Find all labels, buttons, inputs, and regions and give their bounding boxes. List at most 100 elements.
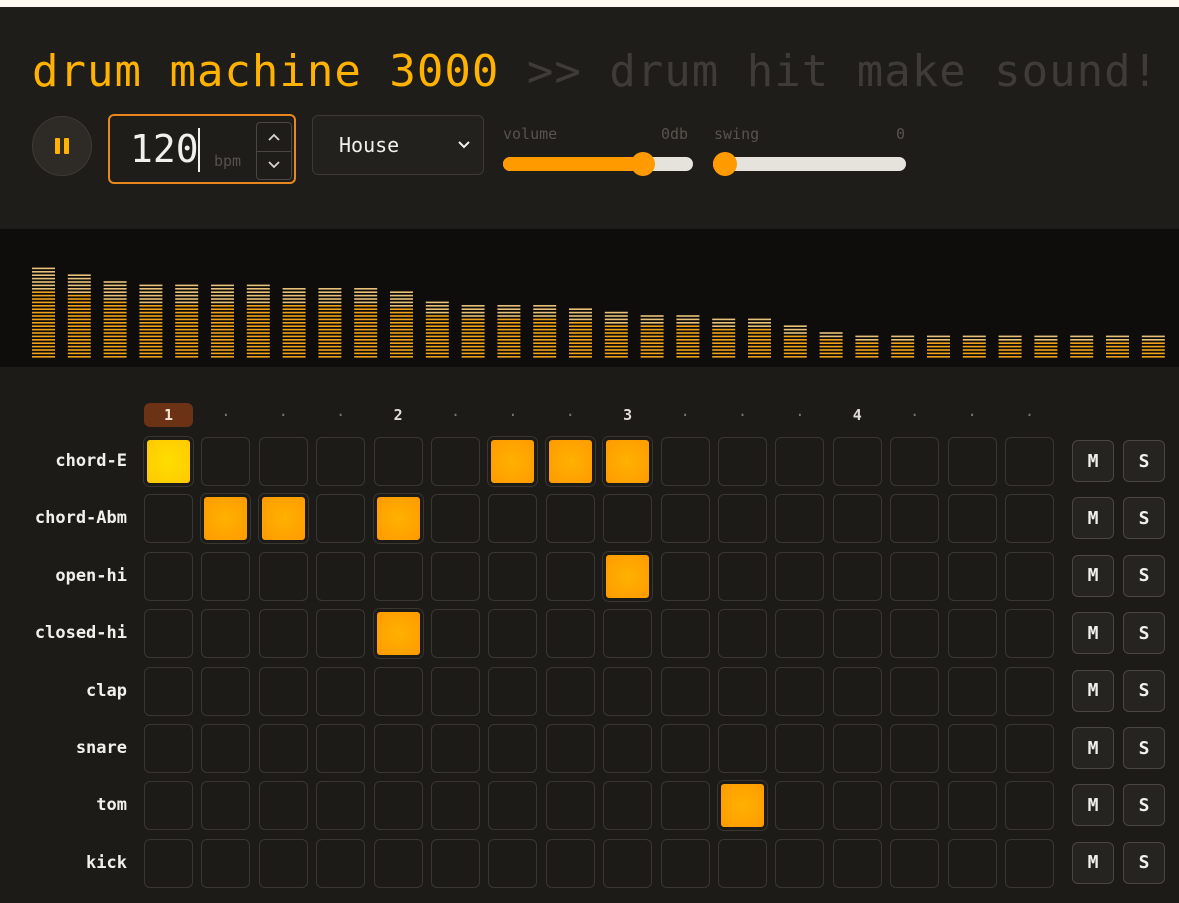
step-cell[interactable] xyxy=(258,609,308,659)
step-cell[interactable] xyxy=(258,551,308,601)
step-cell[interactable] xyxy=(718,609,767,659)
step-cell[interactable] xyxy=(144,724,193,773)
step-cell[interactable] xyxy=(201,724,251,773)
step-cell[interactable] xyxy=(1005,781,1054,831)
step-cell[interactable] xyxy=(1005,437,1054,486)
solo-button[interactable]: S xyxy=(1123,784,1165,827)
step-cell[interactable] xyxy=(373,838,423,888)
step-cell[interactable] xyxy=(431,494,480,544)
step-cell[interactable] xyxy=(431,724,480,773)
step-cell[interactable] xyxy=(144,666,193,716)
step-cell[interactable] xyxy=(1005,494,1054,544)
step-cell[interactable] xyxy=(373,724,423,773)
step-cell[interactable] xyxy=(545,551,595,601)
step-cell[interactable] xyxy=(144,551,193,601)
step-cell[interactable] xyxy=(660,494,710,544)
step-cell[interactable] xyxy=(775,494,825,544)
step-cell[interactable] xyxy=(603,724,653,773)
step-cell[interactable] xyxy=(144,838,193,888)
step-cell[interactable] xyxy=(201,781,251,831)
step-cell[interactable] xyxy=(718,838,767,888)
step-cell[interactable] xyxy=(316,666,366,716)
step-cell[interactable] xyxy=(775,551,825,601)
step-cell[interactable] xyxy=(144,781,193,831)
step-cell[interactable] xyxy=(316,609,366,659)
step-cell[interactable] xyxy=(373,437,423,486)
bpm-decrement-button[interactable] xyxy=(257,150,291,180)
mute-button[interactable]: M xyxy=(1072,497,1114,540)
step-cell[interactable] xyxy=(947,494,997,544)
mute-button[interactable]: M xyxy=(1072,784,1114,827)
step-cell[interactable] xyxy=(545,666,595,716)
mute-button[interactable]: M xyxy=(1072,612,1114,655)
step-cell[interactable] xyxy=(201,551,251,601)
step-cell[interactable] xyxy=(775,437,825,486)
step-cell[interactable] xyxy=(144,609,193,659)
step-cell[interactable] xyxy=(545,781,595,831)
volume-slider[interactable] xyxy=(503,152,693,176)
step-cell[interactable] xyxy=(258,781,308,831)
step-cell[interactable] xyxy=(947,551,997,601)
step-cell[interactable] xyxy=(718,781,767,831)
step-cell[interactable] xyxy=(316,551,366,601)
step-cell[interactable] xyxy=(488,838,538,888)
step-cell[interactable] xyxy=(545,437,595,486)
step-cell[interactable] xyxy=(258,494,308,544)
step-cell[interactable] xyxy=(258,724,308,773)
step-cell[interactable] xyxy=(1005,551,1054,601)
mute-button[interactable]: M xyxy=(1072,554,1114,597)
step-cell[interactable] xyxy=(431,838,480,888)
mute-button[interactable]: M xyxy=(1072,440,1114,482)
step-cell[interactable] xyxy=(890,551,940,601)
step-cell[interactable] xyxy=(431,781,480,831)
step-cell[interactable] xyxy=(431,437,480,486)
step-cell[interactable] xyxy=(201,494,251,544)
step-cell[interactable] xyxy=(890,494,940,544)
step-cell[interactable] xyxy=(660,609,710,659)
step-cell[interactable] xyxy=(947,838,997,888)
step-cell[interactable] xyxy=(947,724,997,773)
step-cell[interactable] xyxy=(775,666,825,716)
bpm-input[interactable] xyxy=(130,128,220,170)
step-cell[interactable] xyxy=(488,724,538,773)
step-cell[interactable] xyxy=(258,666,308,716)
step-cell[interactable] xyxy=(832,437,882,486)
step-cell[interactable] xyxy=(603,666,653,716)
step-cell[interactable] xyxy=(890,609,940,659)
step-cell[interactable] xyxy=(316,724,366,773)
step-cell[interactable] xyxy=(832,551,882,601)
step-cell[interactable] xyxy=(488,437,538,486)
step-cell[interactable] xyxy=(775,724,825,773)
step-cell[interactable] xyxy=(660,838,710,888)
step-cell[interactable] xyxy=(1005,609,1054,659)
step-cell[interactable] xyxy=(488,551,538,601)
mute-button[interactable]: M xyxy=(1072,727,1114,769)
step-cell[interactable] xyxy=(373,609,423,659)
step-cell[interactable] xyxy=(832,609,882,659)
step-cell[interactable] xyxy=(890,838,940,888)
step-cell[interactable] xyxy=(431,666,480,716)
step-cell[interactable] xyxy=(373,551,423,601)
step-cell[interactable] xyxy=(832,838,882,888)
step-cell[interactable] xyxy=(545,724,595,773)
step-cell[interactable] xyxy=(316,781,366,831)
step-cell[interactable] xyxy=(603,494,653,544)
swing-slider[interactable] xyxy=(713,152,906,176)
step-cell[interactable] xyxy=(144,494,193,544)
step-cell[interactable] xyxy=(718,494,767,544)
step-cell[interactable] xyxy=(890,781,940,831)
solo-button[interactable]: S xyxy=(1123,612,1165,655)
step-cell[interactable] xyxy=(258,437,308,486)
kit-select[interactable]: House xyxy=(312,115,484,175)
step-cell[interactable] xyxy=(947,666,997,716)
step-cell[interactable] xyxy=(258,838,308,888)
volume-slider-thumb[interactable] xyxy=(630,152,655,176)
step-cell[interactable] xyxy=(890,724,940,773)
step-cell[interactable] xyxy=(660,724,710,773)
step-cell[interactable] xyxy=(488,609,538,659)
step-cell[interactable] xyxy=(603,838,653,888)
play-pause-button[interactable] xyxy=(32,116,92,176)
step-cell[interactable] xyxy=(603,781,653,831)
solo-button[interactable]: S xyxy=(1123,497,1165,540)
step-cell[interactable] xyxy=(718,437,767,486)
